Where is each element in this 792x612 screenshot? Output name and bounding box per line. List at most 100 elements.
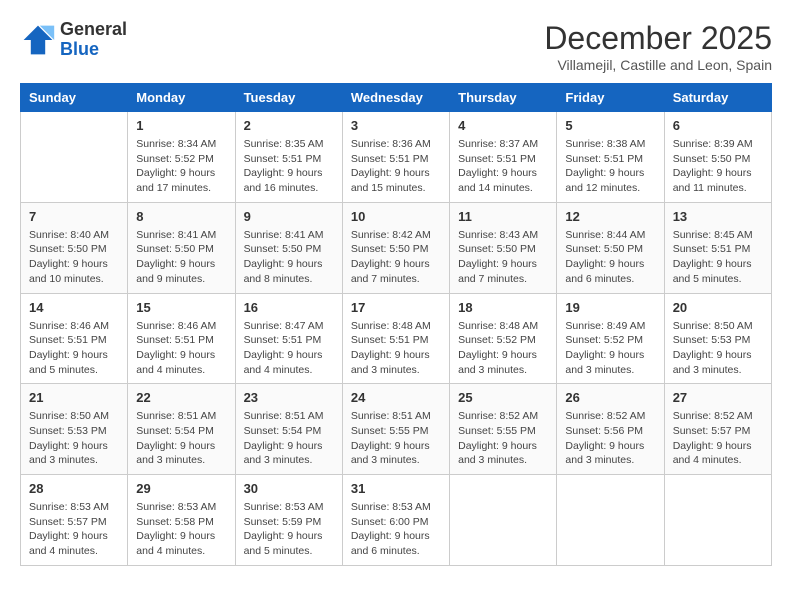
day-number: 20 [673, 300, 763, 315]
day-number: 25 [458, 390, 548, 405]
day-number: 2 [244, 118, 334, 133]
calendar-cell: 27 Sunrise: 8:52 AM Sunset: 5:57 PM Dayli… [664, 384, 771, 475]
day-number: 29 [136, 481, 226, 496]
day-info: Sunrise: 8:53 AM Sunset: 6:00 PM Dayligh… [351, 500, 441, 559]
day-number: 30 [244, 481, 334, 496]
calendar-cell: 22Sunrise: 8:51 AM Sunset: 5:54 PM Dayli… [128, 384, 235, 475]
calendar-cell: 4 Sunrise: 8:37 AM Sunset: 5:51 PM Daylig… [450, 112, 557, 203]
calendar-week-row: 21Sunrise: 8:50 AM Sunset: 5:53 PM Dayli… [21, 384, 772, 475]
calendar-cell: 30 Sunrise: 8:53 AM Sunset: 5:59 PM Dayli… [235, 475, 342, 566]
calendar-week-row: 1 Sunrise: 8:34 AM Sunset: 5:52 PM Daylig… [21, 112, 772, 203]
calendar-cell: 29 Sunrise: 8:53 AM Sunset: 5:58 PM Dayli… [128, 475, 235, 566]
calendar-week-row: 28 Sunrise: 8:53 AM Sunset: 5:57 PM Dayli… [21, 475, 772, 566]
weekday-header: Saturday [664, 84, 771, 112]
calendar-cell: 6Sunrise: 8:39 AM Sunset: 5:50 PM Daylig… [664, 112, 771, 203]
day-info: Sunrise: 8:34 AM Sunset: 5:52 PM Dayligh… [136, 137, 226, 196]
calendar-week-row: 7 Sunrise: 8:40 AM Sunset: 5:50 PM Daylig… [21, 202, 772, 293]
day-info: Sunrise: 8:36 AM Sunset: 5:51 PM Dayligh… [351, 137, 441, 196]
day-number: 8 [136, 209, 226, 224]
day-number: 7 [29, 209, 119, 224]
day-info: Sunrise: 8:50 AM Sunset: 5:53 PM Dayligh… [29, 409, 119, 468]
calendar-cell: 16 Sunrise: 8:47 AM Sunset: 5:51 PM Dayli… [235, 293, 342, 384]
day-number: 3 [351, 118, 441, 133]
day-number: 15 [136, 300, 226, 315]
calendar-cell: 23 Sunrise: 8:51 AM Sunset: 5:54 PM Dayli… [235, 384, 342, 475]
calendar-cell: 24Sunrise: 8:51 AM Sunset: 5:55 PM Dayli… [342, 384, 449, 475]
day-info: Sunrise: 8:41 AM Sunset: 5:50 PM Dayligh… [244, 228, 334, 287]
calendar-cell [21, 112, 128, 203]
calendar-cell: 28 Sunrise: 8:53 AM Sunset: 5:57 PM Dayli… [21, 475, 128, 566]
weekday-header: Monday [128, 84, 235, 112]
weekday-header: Friday [557, 84, 664, 112]
day-info: Sunrise: 8:42 AM Sunset: 5:50 PM Dayligh… [351, 228, 441, 287]
calendar-cell: 20Sunrise: 8:50 AM Sunset: 5:53 PM Dayli… [664, 293, 771, 384]
day-info: Sunrise: 8:52 AM Sunset: 5:57 PM Dayligh… [673, 409, 763, 468]
month-title: December 2025 [544, 20, 772, 57]
day-info: Sunrise: 8:51 AM Sunset: 5:54 PM Dayligh… [136, 409, 226, 468]
weekday-header: Thursday [450, 84, 557, 112]
calendar-cell: 26Sunrise: 8:52 AM Sunset: 5:56 PM Dayli… [557, 384, 664, 475]
weekday-header: Wednesday [342, 84, 449, 112]
day-info: Sunrise: 8:52 AM Sunset: 5:55 PM Dayligh… [458, 409, 548, 468]
day-info: Sunrise: 8:45 AM Sunset: 5:51 PM Dayligh… [673, 228, 763, 287]
calendar-cell: 11Sunrise: 8:43 AM Sunset: 5:50 PM Dayli… [450, 202, 557, 293]
calendar-cell: 3 Sunrise: 8:36 AM Sunset: 5:51 PM Daylig… [342, 112, 449, 203]
day-number: 18 [458, 300, 548, 315]
calendar-cell: 21Sunrise: 8:50 AM Sunset: 5:53 PM Dayli… [21, 384, 128, 475]
day-info: Sunrise: 8:40 AM Sunset: 5:50 PM Dayligh… [29, 228, 119, 287]
calendar-cell: 1 Sunrise: 8:34 AM Sunset: 5:52 PM Daylig… [128, 112, 235, 203]
day-number: 28 [29, 481, 119, 496]
day-number: 12 [565, 209, 655, 224]
calendar-cell: 10Sunrise: 8:42 AM Sunset: 5:50 PM Dayli… [342, 202, 449, 293]
day-info: Sunrise: 8:47 AM Sunset: 5:51 PM Dayligh… [244, 319, 334, 378]
day-number: 23 [244, 390, 334, 405]
day-number: 16 [244, 300, 334, 315]
day-info: Sunrise: 8:53 AM Sunset: 5:57 PM Dayligh… [29, 500, 119, 559]
day-number: 11 [458, 209, 548, 224]
day-info: Sunrise: 8:51 AM Sunset: 5:54 PM Dayligh… [244, 409, 334, 468]
calendar-cell: 19Sunrise: 8:49 AM Sunset: 5:52 PM Dayli… [557, 293, 664, 384]
calendar-body: 1 Sunrise: 8:34 AM Sunset: 5:52 PM Daylig… [21, 112, 772, 566]
calendar-week-row: 14 Sunrise: 8:46 AM Sunset: 5:51 PM Dayli… [21, 293, 772, 384]
calendar-header: SundayMondayTuesdayWednesdayThursdayFrid… [21, 84, 772, 112]
day-info: Sunrise: 8:51 AM Sunset: 5:55 PM Dayligh… [351, 409, 441, 468]
day-info: Sunrise: 8:46 AM Sunset: 5:51 PM Dayligh… [136, 319, 226, 378]
logo: General Blue [20, 20, 127, 60]
weekday-header: Tuesday [235, 84, 342, 112]
calendar-cell: 17 Sunrise: 8:48 AM Sunset: 5:51 PM Dayli… [342, 293, 449, 384]
day-info: Sunrise: 8:35 AM Sunset: 5:51 PM Dayligh… [244, 137, 334, 196]
day-info: Sunrise: 8:37 AM Sunset: 5:51 PM Dayligh… [458, 137, 548, 196]
location-subtitle: Villamejil, Castille and Leon, Spain [544, 57, 772, 73]
day-info: Sunrise: 8:48 AM Sunset: 5:51 PM Dayligh… [351, 319, 441, 378]
calendar-cell: 25 Sunrise: 8:52 AM Sunset: 5:55 PM Dayli… [450, 384, 557, 475]
title-area: December 2025 Villamejil, Castille and L… [544, 20, 772, 73]
calendar-cell: 18 Sunrise: 8:48 AM Sunset: 5:52 PM Dayli… [450, 293, 557, 384]
calendar-cell [557, 475, 664, 566]
calendar-table: SundayMondayTuesdayWednesdayThursdayFrid… [20, 83, 772, 566]
page-header: General Blue December 2025 Villamejil, C… [20, 20, 772, 73]
calendar-cell: 9 Sunrise: 8:41 AM Sunset: 5:50 PM Daylig… [235, 202, 342, 293]
day-info: Sunrise: 8:52 AM Sunset: 5:56 PM Dayligh… [565, 409, 655, 468]
day-number: 17 [351, 300, 441, 315]
logo-icon [20, 22, 56, 58]
calendar-cell: 7 Sunrise: 8:40 AM Sunset: 5:50 PM Daylig… [21, 202, 128, 293]
calendar-cell: 8 Sunrise: 8:41 AM Sunset: 5:50 PM Daylig… [128, 202, 235, 293]
day-number: 27 [673, 390, 763, 405]
day-info: Sunrise: 8:48 AM Sunset: 5:52 PM Dayligh… [458, 319, 548, 378]
day-info: Sunrise: 8:38 AM Sunset: 5:51 PM Dayligh… [565, 137, 655, 196]
day-number: 9 [244, 209, 334, 224]
day-number: 4 [458, 118, 548, 133]
day-number: 13 [673, 209, 763, 224]
day-info: Sunrise: 8:44 AM Sunset: 5:50 PM Dayligh… [565, 228, 655, 287]
day-number: 1 [136, 118, 226, 133]
day-info: Sunrise: 8:53 AM Sunset: 5:58 PM Dayligh… [136, 500, 226, 559]
calendar-cell [450, 475, 557, 566]
weekday-header-row: SundayMondayTuesdayWednesdayThursdayFrid… [21, 84, 772, 112]
calendar-cell: 15 Sunrise: 8:46 AM Sunset: 5:51 PM Dayli… [128, 293, 235, 384]
weekday-header: Sunday [21, 84, 128, 112]
day-info: Sunrise: 8:41 AM Sunset: 5:50 PM Dayligh… [136, 228, 226, 287]
calendar-cell: 2 Sunrise: 8:35 AM Sunset: 5:51 PM Daylig… [235, 112, 342, 203]
logo-general: General [60, 20, 127, 40]
day-info: Sunrise: 8:53 AM Sunset: 5:59 PM Dayligh… [244, 500, 334, 559]
day-number: 14 [29, 300, 119, 315]
